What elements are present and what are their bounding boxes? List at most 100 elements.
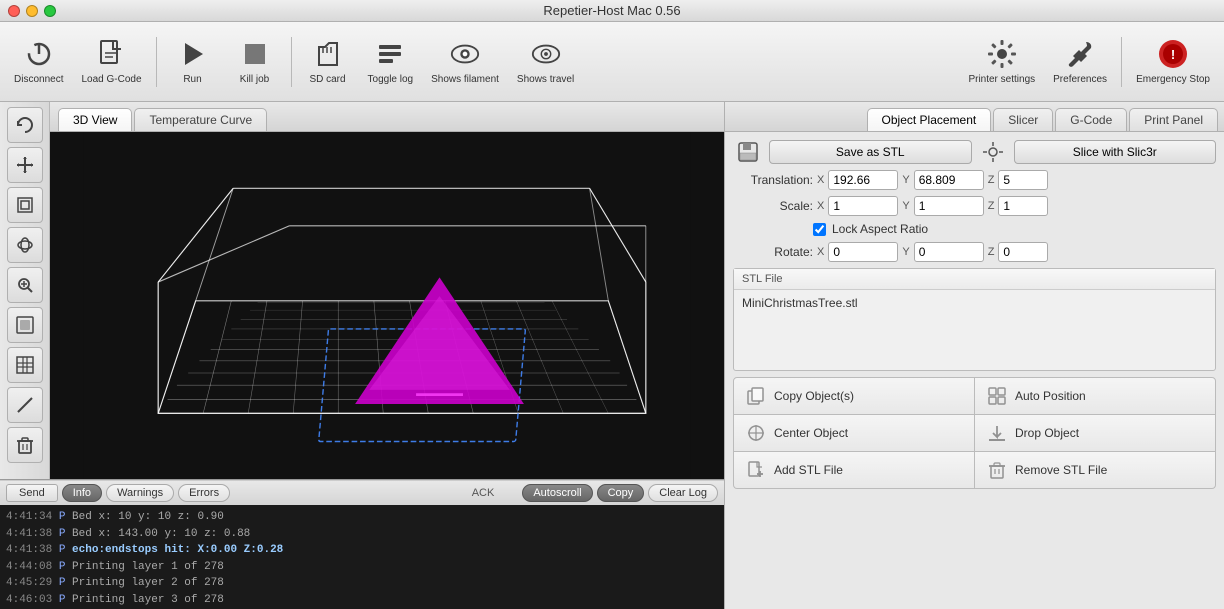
errors-button[interactable]: Errors [178,484,230,502]
log-toolbar: Send Info Warnings Errors ACK Autoscroll… [0,480,724,505]
tab-temperature-curve[interactable]: Temperature Curve [134,108,267,131]
eye-icon [449,38,481,70]
scale-z-input[interactable] [998,196,1048,216]
log-timestamp: 4:44:08 [6,561,52,573]
maximize-button[interactable] [44,5,56,17]
toolbar-printer-settings[interactable]: Printer settings [960,32,1043,91]
estop-icon: ! [1157,38,1189,70]
rotate-label: Rotate: [733,245,813,259]
ack-label: ACK [472,487,495,499]
toolbar-printer-settings-label: Printer settings [968,74,1035,85]
view-section: 3D View Temperature Curve [0,102,724,609]
tab-object-placement[interactable]: Object Placement [867,108,992,131]
info-button[interactable]: Info [62,484,102,502]
tab-print-panel[interactable]: Print Panel [1129,108,1218,131]
sidebar-zoom-in-btn[interactable] [7,267,43,303]
toolbar-shows-filament-label: Shows filament [431,74,499,85]
rotate-y-input[interactable] [914,242,984,262]
sidebar-grid-btn[interactable] [7,347,43,383]
sidebar-zoom-fit-btn[interactable] [7,187,43,223]
rotate-row: Rotate: X Y Z [733,242,1216,262]
gear-icon [986,38,1018,70]
log-line: 4:46:03 P Printing layer 3 of 278 [6,592,718,609]
sidebar-rotate-btn[interactable] [7,227,43,263]
log-message: echo:endstops hit: X:0.00 Z:0.28 [72,544,283,556]
stl-filename: MiniChristmasTree.stl [734,290,1215,370]
window-title: Repetier-Host Mac 0.56 [543,3,680,18]
rotate-x-input[interactable] [828,242,898,262]
log-timestamp: 4:46:03 [6,594,52,606]
lock-aspect-checkbox[interactable] [813,223,826,236]
lock-aspect-row: Lock Aspect Ratio [733,222,1216,236]
log-line: 4:41:38 P Bed x: 143.00 y: 10 z: 0.88 [6,526,718,543]
sidebar-measure-btn[interactable] [7,387,43,423]
right-content: Save as STL Slice with Slic3r [725,132,1224,609]
stl-section: STL File MiniChristmasTree.stl [733,268,1216,371]
center-object-button[interactable]: Center Object [734,415,974,451]
view-area: 3D View Temperature Curve [50,102,724,479]
sidebar-view-btn[interactable] [7,307,43,343]
toolbar-shows-travel[interactable]: Shows travel [509,32,582,91]
autoscroll-button[interactable]: Autoscroll [522,484,592,502]
sd-icon [312,38,344,70]
grid-icon [987,386,1007,406]
sidebar-move-btn[interactable] [7,147,43,183]
slice-button[interactable]: Slice with Slic3r [1014,140,1217,164]
close-button[interactable] [8,5,20,17]
tab-slicer[interactable]: Slicer [993,108,1053,131]
toolbar-shows-filament[interactable]: Shows filament [423,32,507,91]
toolbar-preferences[interactable]: Preferences [1045,32,1115,91]
toolbar-emergency-stop[interactable]: ! Emergency Stop [1128,32,1218,91]
sidebar-refresh-btn[interactable] [7,107,43,143]
toolbar-sd-card[interactable]: SD card [298,32,358,91]
add-stl-button[interactable]: Add STL File [734,452,974,488]
toolbar-kill-job[interactable]: Kill job [225,32,285,91]
send-button[interactable]: Send [6,484,58,502]
log-prefix: P [59,577,66,589]
3d-scene [50,132,724,479]
lock-aspect-label: Lock Aspect Ratio [832,222,928,236]
remove-stl-label: Remove STL File [1015,463,1107,477]
rotate-z-input[interactable] [998,242,1048,262]
clear-log-button[interactable]: Clear Log [648,484,718,502]
tab-3d-view[interactable]: 3D View [58,108,132,131]
log-line: 4:44:08 P Printing layer 1 of 278 [6,559,718,576]
drop-icon [987,423,1007,443]
copy-objects-button[interactable]: Copy Object(s) [734,378,974,414]
add-stl-label: Add STL File [774,463,843,477]
log-content[interactable]: 4:41:34 P Bed x: 10 y: 10 z: 0.904:41:38… [0,505,724,609]
auto-position-button[interactable]: Auto Position [975,378,1215,414]
log-line: 4:41:34 P Bed x: 10 y: 10 z: 0.90 [6,509,718,526]
minimize-button[interactable] [26,5,38,17]
scale-x-input[interactable] [828,196,898,216]
save-stl-button[interactable]: Save as STL [769,140,972,164]
rotate-y-label: Y [902,246,909,258]
toolbar-disconnect[interactable]: Disconnect [6,32,71,91]
toolbar-toggle-log-label: Toggle log [368,74,414,85]
scale-y-input[interactable] [914,196,984,216]
trash-icon [987,460,1007,480]
remove-stl-button[interactable]: Remove STL File [975,452,1215,488]
translation-y-input[interactable] [914,170,984,190]
sidebar-delete-btn[interactable] [7,427,43,463]
scale-row: Scale: X Y Z [733,196,1216,216]
rotate-y-group: Y [902,242,983,262]
scale-z-label: Z [988,200,995,212]
copy-button[interactable]: Copy [597,484,645,502]
scale-x-group: X [817,196,898,216]
drop-object-button[interactable]: Drop Object [975,415,1215,451]
window-controls[interactable] [8,5,56,17]
svg-text:!: ! [1171,47,1175,62]
toolbar-run[interactable]: Run [163,32,223,91]
canvas-area[interactable] [50,132,724,479]
translation-x-input[interactable] [828,170,898,190]
translation-x-label: X [817,174,824,186]
translation-z-label: Z [988,174,995,186]
translation-z-input[interactable] [998,170,1048,190]
warnings-button[interactable]: Warnings [106,484,174,502]
toolbar-emergency-stop-label: Emergency Stop [1136,74,1210,85]
toolbar-toggle-log[interactable]: Toggle log [360,32,422,91]
tab-g-code[interactable]: G-Code [1055,108,1127,131]
toolbar-load-gcode[interactable]: Load G-Code [73,32,149,91]
translation-y-group: Y [902,170,983,190]
